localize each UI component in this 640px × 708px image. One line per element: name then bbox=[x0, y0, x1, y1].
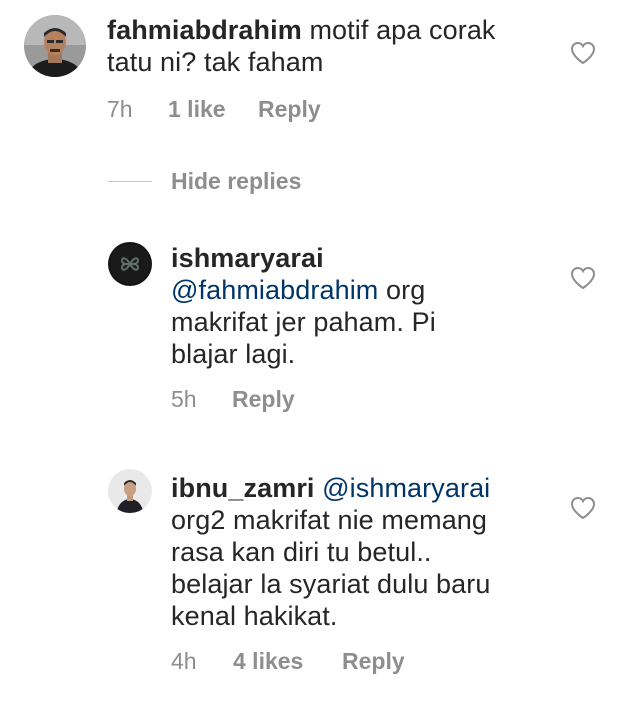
username[interactable]: fahmiabdrahim bbox=[107, 15, 302, 45]
likes-count[interactable]: 1 like bbox=[168, 96, 226, 123]
heart-outline-icon[interactable] bbox=[570, 41, 596, 65]
reply-button[interactable]: Reply bbox=[232, 386, 295, 413]
mention-link[interactable]: @fahmiabdrahim bbox=[171, 275, 378, 305]
timestamp: 5h bbox=[171, 386, 197, 412]
likes-count[interactable]: 4 likes bbox=[233, 648, 303, 675]
comment-line: tatu ni? tak faham bbox=[107, 47, 324, 77]
comment-line: blajar lagi. bbox=[171, 339, 296, 369]
heart-outline-icon[interactable] bbox=[570, 496, 596, 520]
comment-line: kenal hakikat. bbox=[171, 601, 338, 631]
avatar[interactable] bbox=[108, 469, 152, 513]
avatar[interactable] bbox=[24, 15, 86, 77]
comment-text: ibnu_zamri @ishmaryarai org2 makrifat ni… bbox=[171, 472, 561, 632]
comment-line: org2 makrifat nie memang bbox=[171, 505, 488, 535]
username[interactable]: ibnu_zamri bbox=[171, 473, 315, 503]
comment-line: org bbox=[386, 275, 426, 305]
mention-link[interactable]: @ishmaryarai bbox=[322, 473, 490, 503]
heart-outline-icon[interactable] bbox=[570, 266, 596, 290]
comment-line: belajar la syariat dulu baru bbox=[171, 569, 491, 599]
timestamp: 7h bbox=[107, 96, 133, 122]
comment-text: ishmaryarai @fahmiabdrahim org makrifat … bbox=[171, 242, 551, 370]
comment-line: rasa kan diri tu betul.. bbox=[171, 537, 432, 567]
username[interactable]: ishmaryarai bbox=[171, 243, 324, 273]
comment-line: motif apa corak bbox=[309, 15, 496, 45]
user-photo-icon bbox=[108, 469, 152, 513]
reply-button[interactable]: Reply bbox=[258, 96, 321, 123]
user-photo-icon bbox=[24, 15, 86, 77]
divider-line bbox=[108, 181, 152, 182]
comment-line: makrifat jer paham. Pi bbox=[171, 307, 436, 337]
timestamp: 4h bbox=[171, 648, 197, 674]
comment-text: fahmiabdrahim motif apa corak tatu ni? t… bbox=[107, 14, 557, 78]
reply-button[interactable]: Reply bbox=[342, 648, 405, 675]
infinity-logo-icon bbox=[108, 242, 152, 286]
avatar[interactable] bbox=[108, 242, 152, 286]
hide-replies-button[interactable]: Hide replies bbox=[171, 168, 301, 195]
